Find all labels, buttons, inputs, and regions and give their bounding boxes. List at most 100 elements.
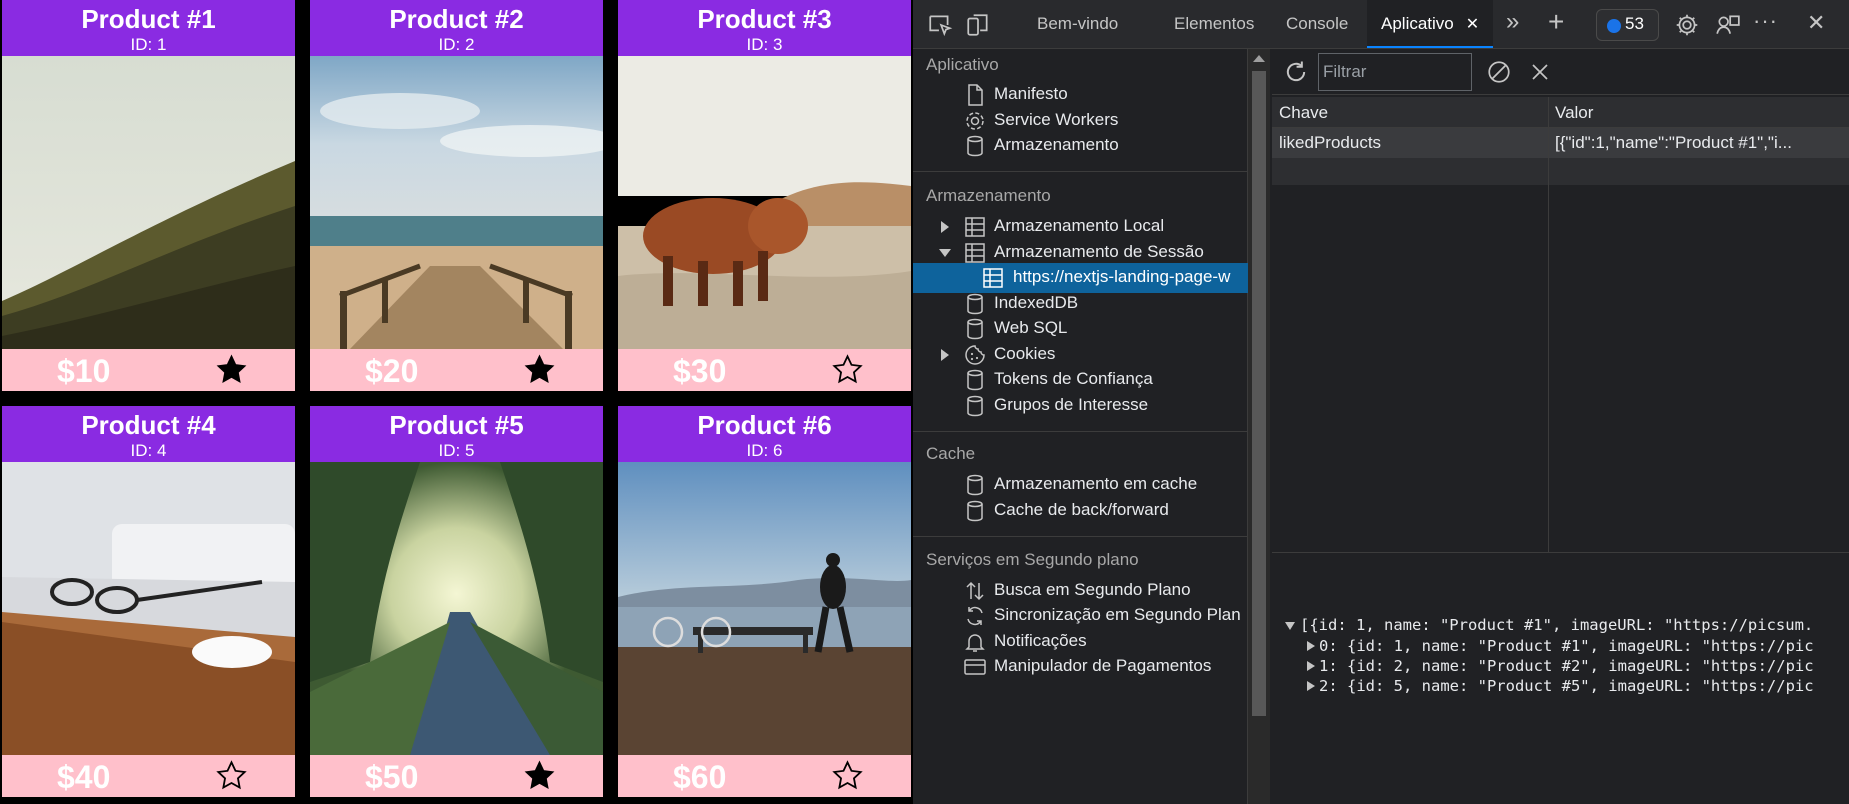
preview-item-0[interactable]: 0: {id: 1, name: "Product #1", imageURL:… xyxy=(1319,637,1814,655)
sidebar-item-label: IndexedDB xyxy=(994,293,1079,312)
database-icon xyxy=(967,369,983,391)
preview-item-2[interactable]: 2: {id: 5, name: "Product #5", imageURL:… xyxy=(1319,677,1814,695)
add-tab-icon[interactable]: + xyxy=(1548,0,1564,46)
delete-selected-icon[interactable] xyxy=(1528,60,1552,84)
divider xyxy=(913,536,1248,537)
more-tabs-icon[interactable]: » xyxy=(1506,0,1519,46)
gear-icon[interactable] xyxy=(1674,12,1700,38)
card-header: Product #4 ID: 4 xyxy=(2,406,295,462)
product-title: Product #5 xyxy=(389,410,524,440)
collapse-arrow-icon[interactable] xyxy=(1285,622,1295,630)
device-emulation-icon[interactable] xyxy=(965,12,991,38)
sidebar-item-label: Armazenamento de Sessão xyxy=(994,242,1204,261)
value-preview: [{id: 1, name: "Product #1", imageURL: "… xyxy=(1272,559,1849,804)
star-icon-outline[interactable] xyxy=(832,760,863,791)
card-header: Product #2 ID: 2 xyxy=(310,0,603,56)
expand-arrow-icon[interactable] xyxy=(941,349,949,361)
card-header: Product #5 ID: 5 xyxy=(310,406,603,462)
collapse-arrow-icon[interactable] xyxy=(939,249,951,257)
star-icon-outline[interactable] xyxy=(216,760,247,791)
product-image-hill xyxy=(2,56,295,349)
close-devtools-icon[interactable]: ✕ xyxy=(1807,0,1825,47)
cell-value: [{"id":1,"name":"Product #1","i... xyxy=(1555,133,1792,152)
sidebar-item-label: Sincronização em Segundo Plan xyxy=(994,605,1241,624)
product-image-beach xyxy=(310,56,603,349)
inspect-icon[interactable] xyxy=(927,12,953,38)
product-card-4: Product #4 ID: 4 $40 xyxy=(2,406,295,797)
sidebar-scrollbar[interactable] xyxy=(1248,49,1270,804)
expand-arrow-icon[interactable] xyxy=(941,221,949,233)
product-id: ID: 2 xyxy=(438,35,475,54)
product-id: ID: 4 xyxy=(130,441,167,460)
expand-arrow-icon[interactable] xyxy=(1307,641,1315,651)
section-title-background-services: Serviços em Segundo plano xyxy=(926,550,1139,569)
column-header-value[interactable]: Valor xyxy=(1555,103,1593,123)
product-image-road xyxy=(310,462,603,755)
storage-table: Chave Valor likedProducts [{"id":1,"name… xyxy=(1272,97,1849,552)
preview-item-1[interactable]: 1: {id: 2, name: "Product #2", imageURL:… xyxy=(1319,657,1814,675)
sidebar-item-label: Armazenamento Local xyxy=(994,216,1165,235)
sidebar-item-storage[interactable]: Armazenamento xyxy=(913,131,1248,161)
product-card-2: Product #2 ID: 2 $20 xyxy=(310,0,603,391)
product-id: ID: 3 xyxy=(746,35,783,54)
clear-all-icon[interactable] xyxy=(1486,59,1512,85)
tab-elements[interactable]: Elementos xyxy=(1174,0,1254,48)
gear-icon xyxy=(966,112,984,130)
close-tab-icon[interactable]: ✕ xyxy=(1466,16,1479,33)
product-id: ID: 5 xyxy=(438,441,475,460)
sidebar-item-label: Notificações xyxy=(994,631,1087,650)
product-price: $20 xyxy=(365,353,419,389)
sidebar-item-label: Cache de back/forward xyxy=(994,500,1169,519)
customize-icon[interactable] xyxy=(1715,12,1741,38)
table-row-empty[interactable] xyxy=(1272,158,1849,185)
tab-application-label: Aplicativo xyxy=(1381,14,1454,33)
star-icon-outline[interactable] xyxy=(832,354,863,385)
product-image-desk xyxy=(2,462,295,755)
tab-application[interactable]: Aplicativo ✕ xyxy=(1367,0,1494,48)
sidebar-item-interest-groups[interactable]: Grupos de Interesse xyxy=(913,391,1248,421)
database-icon xyxy=(967,474,983,496)
database-icon xyxy=(967,395,983,417)
product-title: Product #1 xyxy=(81,4,216,34)
more-menu-icon[interactable]: ··· xyxy=(1753,0,1778,45)
section-title-application: Aplicativo xyxy=(926,55,999,74)
star-icon-filled[interactable] xyxy=(216,354,247,385)
divider xyxy=(913,431,1248,432)
expand-arrow-icon[interactable] xyxy=(1307,681,1315,691)
refresh-icon[interactable] xyxy=(1282,58,1310,86)
star-icon-filled[interactable] xyxy=(524,760,555,791)
product-id: ID: 6 xyxy=(746,441,783,460)
devtools-panel: Bem-vindo Elementos Console Aplicativo ✕ … xyxy=(913,0,1849,804)
table-header: Chave Valor xyxy=(1272,97,1849,128)
product-price: $10 xyxy=(57,353,111,389)
product-grid: Product #1 ID: 1 $10 Product #2 ID: 2 $2… xyxy=(0,0,913,804)
scroll-up-arrow-icon[interactable] xyxy=(1253,55,1265,62)
preview-root[interactable]: [{id: 1, name: "Product #1", imageURL: "… xyxy=(1300,616,1813,634)
column-header-key[interactable]: Chave xyxy=(1279,103,1328,123)
sidebar-item-label: Manipulador de Pagamentos xyxy=(994,656,1212,675)
database-icon xyxy=(967,318,983,340)
card-footer: $30 xyxy=(618,349,911,391)
table-row[interactable]: likedProducts [{"id":1,"name":"Product #… xyxy=(1272,128,1849,158)
filter-input[interactable] xyxy=(1318,53,1472,91)
star-icon-filled[interactable] xyxy=(524,354,555,385)
storage-toolbar xyxy=(1272,49,1849,95)
sidebar-item-payment-handler[interactable]: Manipulador de Pagamentos xyxy=(913,652,1248,682)
scrollbar-thumb[interactable] xyxy=(1252,71,1266,716)
product-card-3: Product #3 ID: 3 $30 xyxy=(618,0,911,391)
sidebar-item-label: https://nextjs-landing-page-w xyxy=(1013,267,1231,286)
sidebar-item-label: Busca em Segundo Plano xyxy=(994,580,1191,599)
issues-badge[interactable]: 53 xyxy=(1596,9,1659,41)
sidebar-item-label: Armazenamento em cache xyxy=(994,474,1198,493)
product-price: $60 xyxy=(673,759,727,795)
product-price: $40 xyxy=(57,759,111,795)
product-title: Product #2 xyxy=(389,4,524,34)
grid-icon xyxy=(965,217,985,237)
tab-welcome[interactable]: Bem-vindo xyxy=(1037,0,1118,48)
sidebar-item-label: Manifesto xyxy=(994,84,1068,103)
tab-console[interactable]: Console xyxy=(1286,0,1348,48)
product-card-1: Product #1 ID: 1 $10 xyxy=(2,0,295,391)
sidebar-item-back-forward-cache[interactable]: Cache de back/forward xyxy=(913,496,1248,526)
expand-arrow-icon[interactable] xyxy=(1307,661,1315,671)
column-divider[interactable] xyxy=(1548,97,1549,552)
